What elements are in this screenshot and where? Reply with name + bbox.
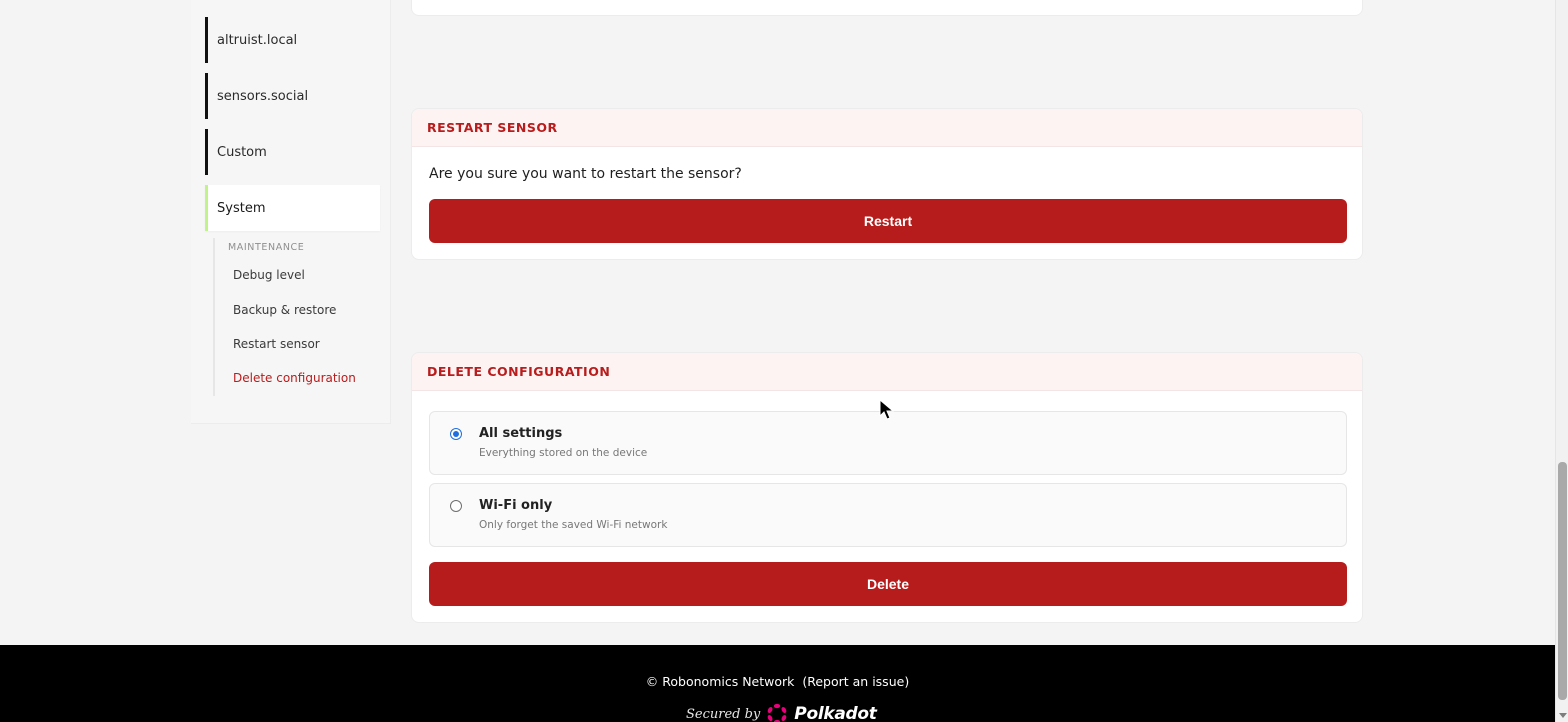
- sidebar-submenu-maintenance: MAINTENANCE Debug level Backup & restore…: [213, 238, 383, 396]
- wifi-only-radio[interactable]: [450, 500, 462, 512]
- sidebar-item-label: sensors.social: [217, 88, 309, 104]
- secured-by-label: Secured by: [686, 706, 761, 722]
- sidebar-item-label: System: [217, 200, 266, 216]
- all-settings-radio[interactable]: [450, 428, 462, 440]
- card-title: RESTART SENSOR: [412, 109, 1362, 147]
- copyright-text: © Robonomics Network: [645, 674, 795, 689]
- restart-question: Are you sure you want to restart the sen…: [429, 166, 742, 182]
- restart-button[interactable]: Restart: [429, 199, 1347, 243]
- card-title: DELETE CONFIGURATION: [412, 353, 1362, 391]
- scroll-down-arrow-icon[interactable]: [1559, 713, 1567, 718]
- previous-card: [411, 0, 1363, 16]
- sidebar-item-label: Custom: [217, 144, 267, 160]
- scrollbar-thumb[interactable]: [1558, 462, 1567, 700]
- sidebar-item-sensors-social[interactable]: sensors.social: [205, 73, 380, 119]
- mouse-pointer-icon: [879, 399, 895, 420]
- page-scrollbar[interactable]: [1555, 0, 1568, 722]
- submenu-item-delete-configuration[interactable]: Delete configuration: [233, 371, 356, 385]
- sidebar-item-custom[interactable]: Custom: [205, 129, 380, 175]
- option-wifi-only[interactable]: Wi-Fi only Only forget the saved Wi-Fi n…: [429, 483, 1347, 547]
- footer: © Robonomics Network (Report an issue) S…: [0, 645, 1555, 722]
- option-title: All settings: [479, 426, 563, 441]
- report-issue-link[interactable]: (Report an issue): [802, 674, 909, 689]
- footer-copyright-line: © Robonomics Network (Report an issue): [0, 674, 1555, 689]
- polkadot-wordmark: Polkadot: [794, 704, 877, 722]
- restart-sensor-card: RESTART SENSOR Are you sure you want to …: [411, 108, 1363, 260]
- submenu-item-backup-restore[interactable]: Backup & restore: [233, 303, 336, 317]
- delete-button[interactable]: Delete: [429, 562, 1347, 606]
- delete-configuration-card: DELETE CONFIGURATION All settings Everyt…: [411, 352, 1363, 623]
- sidebar-item-altruist-local[interactable]: altruist.local: [205, 17, 380, 63]
- submenu-heading: MAINTENANCE: [228, 242, 305, 253]
- polkadot-logo-icon: [767, 703, 787, 722]
- sidebar-item-system[interactable]: System: [205, 185, 380, 231]
- secured-by-polkadot[interactable]: Secured by Polkadot: [686, 703, 877, 722]
- submenu-item-restart-sensor[interactable]: Restart sensor: [233, 337, 320, 351]
- submenu-item-debug-level[interactable]: Debug level: [233, 268, 305, 282]
- option-title: Wi-Fi only: [479, 498, 553, 513]
- option-description: Only forget the saved Wi-Fi network: [479, 519, 668, 531]
- sidebar-item-label: altruist.local: [217, 32, 298, 48]
- option-description: Everything stored on the device: [479, 447, 648, 459]
